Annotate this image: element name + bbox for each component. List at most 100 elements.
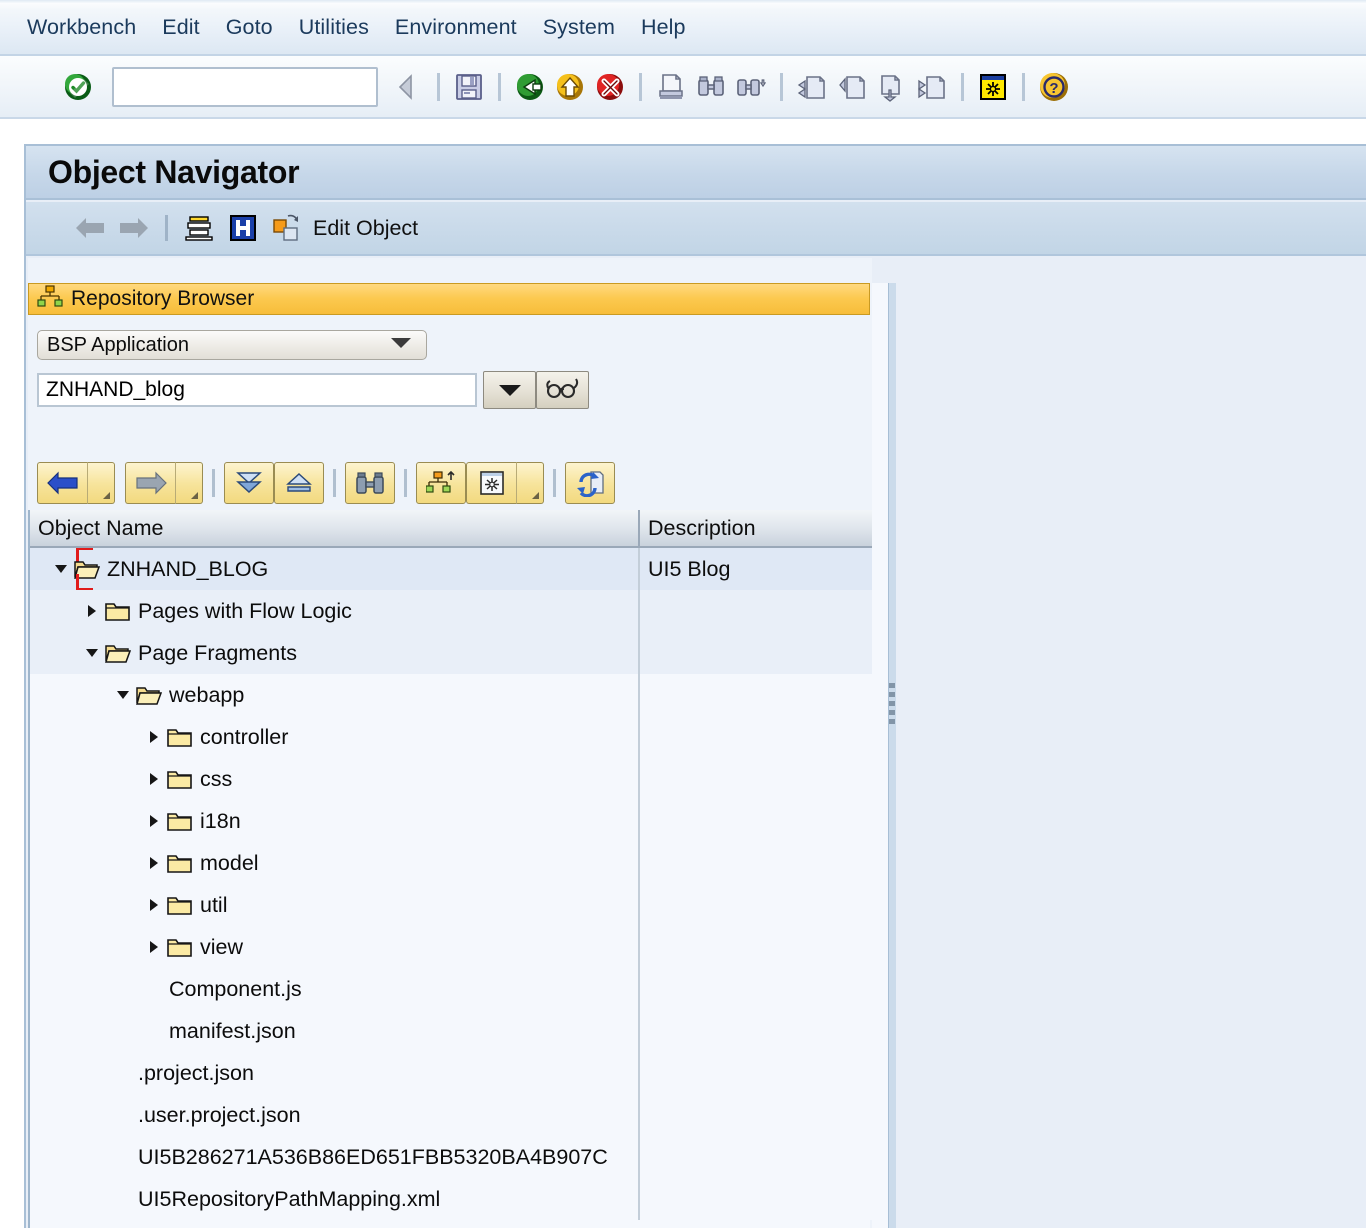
table-row[interactable]: Pages with Flow Logic [30, 590, 872, 632]
tree-node[interactable]: UI5RepositoryPathMapping.xml [30, 1178, 638, 1220]
menu-item-workbench[interactable]: Workbench [14, 13, 149, 42]
help-icon[interactable]: ? [1034, 67, 1074, 107]
menu-item-edit[interactable]: Edit [149, 13, 212, 42]
object-name-dropdown-button[interactable] [483, 371, 536, 409]
command-field-expand-icon[interactable] [388, 67, 428, 107]
tree-node-label: Page Fragments [138, 640, 297, 665]
display-object-button[interactable] [466, 462, 516, 504]
splitter-grip-icon[interactable] [889, 683, 895, 728]
chevron-right-icon[interactable] [143, 898, 165, 912]
back-icon[interactable] [510, 67, 550, 107]
tree-node[interactable]: UI5B286271A536B86ED651FBB5320BA4B907C [30, 1136, 638, 1178]
tree-node[interactable]: .user.project.json [30, 1094, 638, 1136]
save-icon[interactable] [449, 67, 489, 107]
tree-node[interactable]: model [30, 842, 638, 884]
first-page-icon[interactable] [792, 67, 832, 107]
folder-open-icon [134, 684, 164, 706]
table-row[interactable]: UI5B286271A536B86ED651FBB5320BA4B907C [30, 1136, 872, 1178]
tree-node[interactable]: Page Fragments [30, 632, 638, 674]
tree-node[interactable]: .project.json [30, 1052, 638, 1094]
display-object-button[interactable] [536, 371, 589, 409]
find-next-icon[interactable] [731, 67, 771, 107]
tree-node[interactable]: ZNHAND_BLOG [30, 548, 638, 590]
table-row[interactable]: Page Fragments [30, 632, 872, 674]
tree-back-menu-button[interactable] [87, 462, 115, 504]
table-row[interactable]: manifest.json [30, 1010, 872, 1052]
table-row[interactable]: css [30, 758, 872, 800]
tree-node[interactable]: webapp [30, 674, 638, 716]
chevron-right-icon[interactable] [143, 940, 165, 954]
chevron-down-icon[interactable] [112, 689, 134, 701]
tree-node[interactable]: css [30, 758, 638, 800]
chevron-right-icon[interactable] [81, 604, 103, 618]
table-row[interactable]: .user.project.json [30, 1094, 872, 1136]
tree-node-description [638, 716, 872, 758]
exit-icon[interactable] [550, 67, 590, 107]
toolbar-separator [404, 469, 407, 497]
menu-item-goto[interactable]: Goto [213, 13, 286, 42]
column-header-object-name[interactable]: Object Name [30, 510, 638, 546]
table-row[interactable]: model [30, 842, 872, 884]
cancel-icon[interactable] [590, 67, 630, 107]
screen-body: Object Navigator Edit Object Repository … [0, 119, 1366, 1228]
table-row[interactable]: UI5RepositoryPathMapping.xml [30, 1178, 872, 1220]
chevron-right-icon[interactable] [143, 730, 165, 744]
tree-back-button[interactable] [37, 462, 87, 504]
tree-node[interactable]: controller [30, 716, 638, 758]
next-page-icon[interactable] [872, 67, 912, 107]
command-field[interactable] [112, 66, 378, 107]
create-session-icon[interactable] [973, 67, 1013, 107]
display-object-menu-button[interactable] [516, 462, 544, 504]
tree-node[interactable]: i18n [30, 800, 638, 842]
collapse-all-button[interactable] [274, 462, 324, 504]
tree-node[interactable]: view [30, 926, 638, 968]
tree-forward-menu-button[interactable] [175, 462, 203, 504]
find-icon[interactable] [691, 67, 731, 107]
table-row[interactable]: webapp [30, 674, 872, 716]
object-type-select[interactable]: BSP Application [37, 330, 427, 360]
table-row[interactable]: util [30, 884, 872, 926]
tree-forward-button[interactable] [125, 462, 175, 504]
tree-node-description [638, 1136, 872, 1178]
chevron-down-icon[interactable] [81, 647, 103, 659]
table-row[interactable]: .project.json [30, 1052, 872, 1094]
table-row[interactable]: Component.js [30, 968, 872, 1010]
previous-page-icon[interactable] [832, 67, 872, 107]
menu-item-environment[interactable]: Environment [382, 13, 530, 42]
column-header-description[interactable]: Description [638, 510, 872, 546]
toolbar-separator [437, 72, 440, 101]
folder-closed-icon [165, 852, 195, 874]
table-row[interactable]: view [30, 926, 872, 968]
menu-item-help[interactable]: Help [628, 13, 699, 42]
chevron-right-icon[interactable] [143, 856, 165, 870]
chevron-right-icon[interactable] [143, 814, 165, 828]
expand-all-button[interactable] [224, 462, 274, 504]
edit-object-icon[interactable] [265, 208, 309, 248]
display-info-icon[interactable] [221, 208, 265, 248]
last-page-icon[interactable] [912, 67, 952, 107]
arrow-right-icon[interactable] [112, 208, 156, 248]
object-name-input[interactable] [37, 373, 477, 407]
pane-splitter[interactable] [872, 283, 896, 1228]
table-row[interactable]: ZNHAND_BLOG UI5 Blog [30, 548, 872, 591]
chevron-down-icon[interactable] [50, 563, 72, 575]
table-row[interactable]: i18n [30, 800, 872, 842]
folder-open-icon [103, 642, 133, 664]
table-row[interactable]: controller [30, 716, 872, 758]
object-list-button[interactable] [416, 462, 466, 504]
chevron-right-icon[interactable] [143, 772, 165, 786]
tree-node[interactable]: manifest.json [30, 1010, 638, 1052]
tree-node[interactable]: Component.js [30, 968, 638, 1010]
refresh-button[interactable] [565, 462, 615, 504]
enter-check-icon[interactable] [58, 67, 98, 107]
menu-item-system[interactable]: System [530, 13, 628, 42]
tree-node[interactable]: util [30, 884, 638, 926]
tree-node[interactable]: Pages with Flow Logic [30, 590, 638, 632]
find-in-tree-button[interactable] [345, 462, 395, 504]
splitter-bar[interactable] [888, 283, 896, 1228]
print-icon[interactable] [651, 67, 691, 107]
other-object-icon[interactable] [177, 208, 221, 248]
arrow-left-icon[interactable] [68, 208, 112, 248]
menu-item-utilities[interactable]: Utilities [286, 13, 382, 42]
edit-object-label[interactable]: Edit Object [313, 216, 418, 241]
